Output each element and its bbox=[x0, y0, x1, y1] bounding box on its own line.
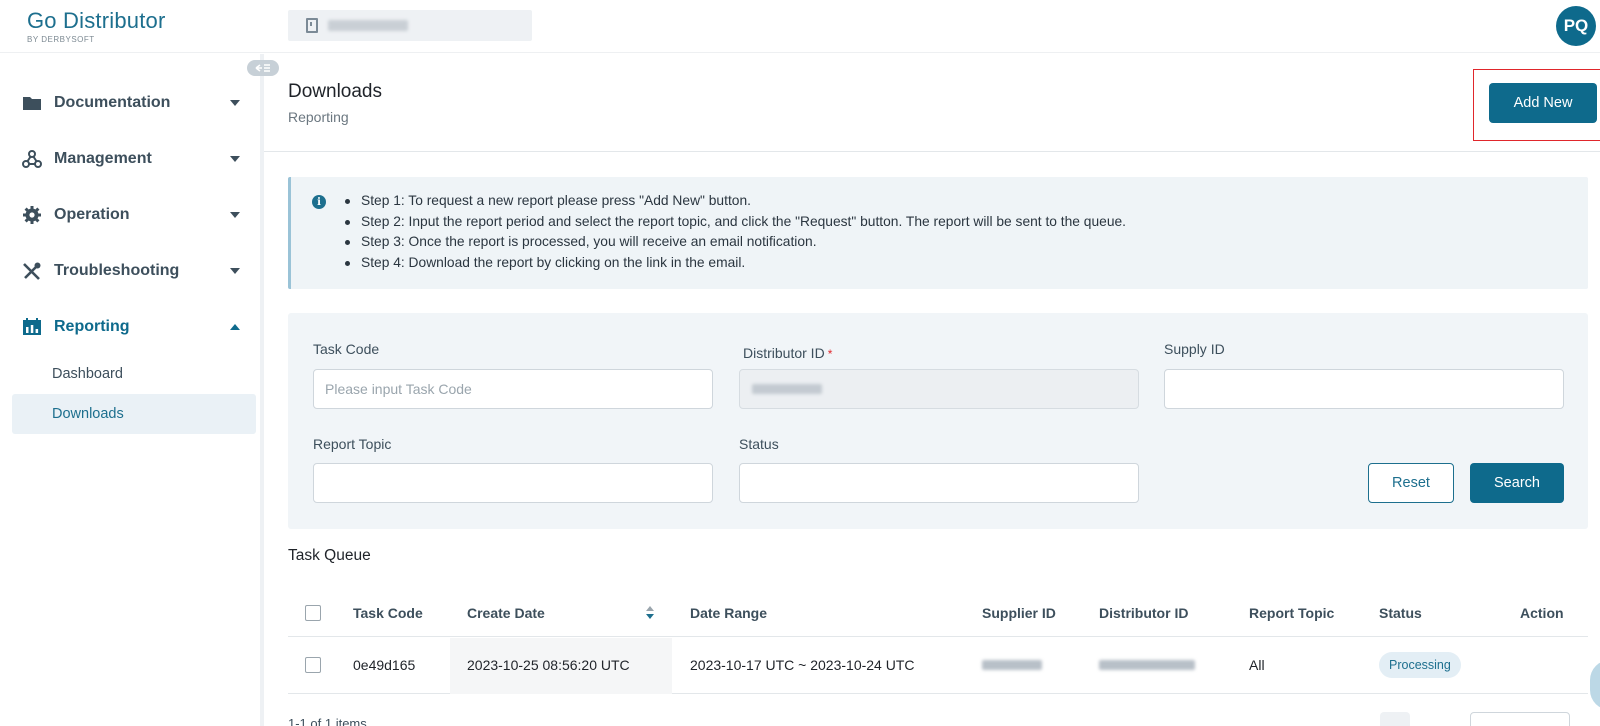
sidebar-item-label: Troubleshooting bbox=[54, 262, 180, 279]
status-label: Status bbox=[739, 436, 779, 452]
task-queue-title: Task Queue bbox=[288, 547, 371, 564]
add-new-button[interactable]: Add New bbox=[1489, 83, 1597, 123]
info-icon: i bbox=[312, 195, 326, 209]
sidebar-item-management[interactable]: Management bbox=[0, 139, 260, 179]
sidebar-subitem-downloads[interactable]: Downloads bbox=[12, 394, 256, 434]
info-alert: i Step 1: To request a new report please… bbox=[288, 177, 1588, 289]
report-topic-cell: All bbox=[1249, 657, 1265, 673]
step-item: Step 4: Download the report by clicking … bbox=[343, 253, 1126, 274]
row-checkbox[interactable] bbox=[305, 657, 321, 673]
chevron-down-icon bbox=[230, 268, 240, 274]
step-item: Step 3: Once the report is processed, yo… bbox=[343, 232, 1126, 253]
column-header[interactable]: Task Code bbox=[353, 605, 423, 621]
sidebar-item-operation[interactable]: Operation bbox=[0, 195, 260, 235]
gear-icon bbox=[22, 206, 42, 224]
top-bar: Go Distributor BY DERBYSOFT PQ bbox=[0, 0, 1600, 53]
chevron-down-icon bbox=[230, 156, 240, 162]
status-badge: Processing bbox=[1379, 652, 1461, 678]
brand-name: Go Distributor bbox=[27, 8, 166, 33]
date-range-cell: 2023-10-17 UTC ~ 2023-10-24 UTC bbox=[690, 657, 915, 673]
table-row[interactable]: 0e49d165 2023-10-25 08:56:20 UTC 2023-10… bbox=[288, 638, 1588, 694]
column-header: Supplier ID bbox=[982, 605, 1056, 621]
task-code-label: Task Code bbox=[313, 341, 380, 357]
chevron-down-icon bbox=[230, 212, 240, 218]
column-header[interactable]: Create Date bbox=[467, 605, 545, 621]
select-all-checkbox[interactable] bbox=[305, 605, 321, 621]
distributor-id-label: Distributor ID * bbox=[743, 345, 832, 361]
sidebar-item-reporting[interactable]: Reporting bbox=[0, 307, 260, 347]
sidebar-item-label: Operation bbox=[54, 206, 130, 223]
steps-list: Step 1: To request a new report please p… bbox=[343, 191, 1126, 273]
sidebar-subitem-dashboard[interactable]: Dashboard bbox=[12, 354, 256, 394]
column-header: Date Range bbox=[690, 605, 768, 621]
organization-name bbox=[328, 20, 408, 31]
sidebar-item-documentation[interactable]: Documentation bbox=[0, 83, 260, 123]
folder-icon bbox=[22, 94, 42, 112]
distributor-id-field bbox=[739, 369, 1139, 409]
reset-button[interactable]: Reset bbox=[1368, 463, 1454, 503]
chevron-down-icon bbox=[230, 100, 240, 106]
sidebar-item-troubleshooting[interactable]: Troubleshooting bbox=[0, 251, 260, 291]
help-float-button[interactable] bbox=[1590, 660, 1600, 710]
sort-icon[interactable] bbox=[646, 606, 654, 620]
sidebar-item-label: Management bbox=[54, 150, 152, 167]
report-topic-select[interactable] bbox=[313, 463, 713, 503]
collapse-menu-icon[interactable] bbox=[247, 60, 279, 76]
column-header: Distributor ID bbox=[1099, 605, 1189, 621]
column-header: Action bbox=[1520, 605, 1564, 621]
distributor-id-value bbox=[752, 384, 822, 394]
create-date-cell: 2023-10-25 08:56:20 UTC bbox=[467, 657, 630, 673]
organization-selector[interactable] bbox=[288, 10, 532, 41]
brand-tagline: BY DERBYSOFT bbox=[27, 35, 95, 44]
task-code-input[interactable] bbox=[313, 369, 713, 409]
sidebar-item-label: Reporting bbox=[54, 318, 130, 335]
pagination-current-page[interactable] bbox=[1380, 712, 1410, 726]
status-select[interactable] bbox=[739, 463, 1139, 503]
chevron-up-icon bbox=[230, 324, 240, 330]
sidebar: Documentation Management Operation Troub… bbox=[0, 54, 279, 726]
tools-icon bbox=[22, 262, 42, 280]
building-icon bbox=[306, 18, 318, 33]
page-size-select[interactable] bbox=[1470, 712, 1570, 726]
required-mark: * bbox=[827, 347, 833, 361]
distributor-id-label-text: Distributor ID bbox=[743, 345, 825, 361]
task-code-cell: 0e49d165 bbox=[353, 657, 416, 673]
step-item: Step 2: Input the report period and sele… bbox=[343, 212, 1126, 233]
pagination-summary: 1-1 of 1 items bbox=[288, 716, 367, 726]
distributor-id-cell bbox=[1099, 660, 1195, 670]
sidebar-item-label: Documentation bbox=[54, 94, 171, 111]
sidebar-subitem-label: Dashboard bbox=[52, 366, 123, 382]
share-nodes-icon bbox=[22, 150, 42, 168]
page-title: Downloads bbox=[288, 81, 382, 102]
step-item: Step 1: To request a new report please p… bbox=[343, 191, 1126, 212]
supply-id-label: Supply ID bbox=[1164, 341, 1225, 357]
report-topic-label: Report Topic bbox=[313, 436, 392, 452]
sidebar-subitem-label: Downloads bbox=[52, 406, 124, 422]
column-header: Status bbox=[1379, 605, 1422, 621]
brand-logo[interactable]: Go Distributor BY DERBYSOFT bbox=[27, 8, 166, 44]
supplier-id-cell bbox=[982, 660, 1042, 670]
breadcrumb: Reporting bbox=[288, 109, 349, 125]
divider bbox=[264, 151, 1600, 152]
supply-id-select[interactable] bbox=[1164, 369, 1564, 409]
column-header: Report Topic bbox=[1249, 605, 1335, 621]
user-avatar[interactable]: PQ bbox=[1556, 6, 1596, 46]
table-header-row: Task Code Create Date Date Range Supplie… bbox=[288, 590, 1588, 637]
calendar-chart-icon bbox=[22, 318, 42, 336]
search-button[interactable]: Search bbox=[1470, 463, 1564, 503]
